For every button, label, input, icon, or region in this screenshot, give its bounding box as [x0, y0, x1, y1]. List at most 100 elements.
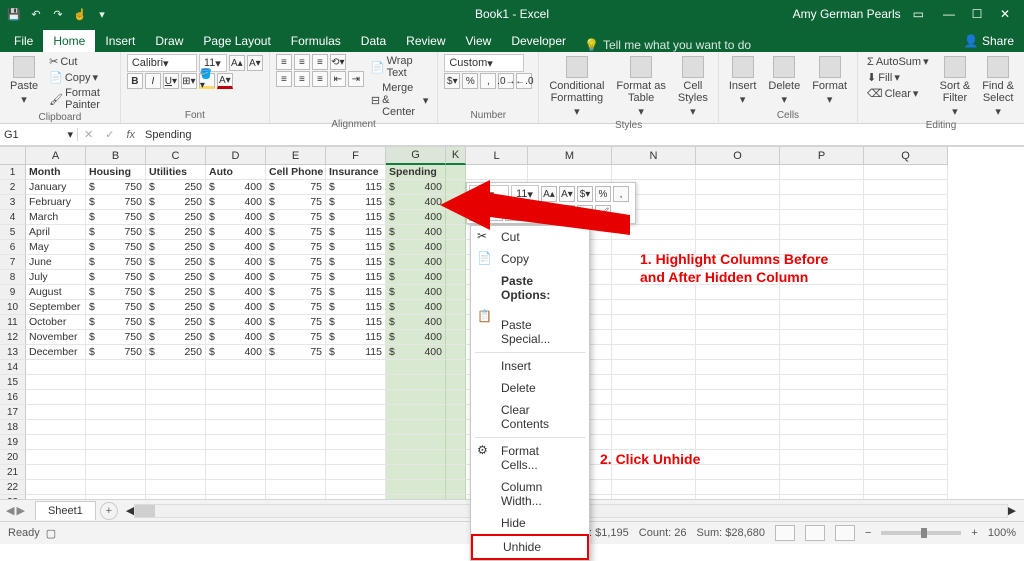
row-header[interactable]: 1: [0, 165, 26, 180]
cell[interactable]: [864, 255, 948, 270]
column-header-O[interactable]: O: [696, 147, 780, 165]
cell[interactable]: [612, 390, 696, 405]
cell[interactable]: [696, 180, 780, 195]
cell[interactable]: [146, 405, 206, 420]
cell[interactable]: [206, 420, 266, 435]
cell[interactable]: [146, 435, 206, 450]
cell[interactable]: [206, 450, 266, 465]
user-name[interactable]: Amy German Pearls: [793, 7, 901, 21]
cell[interactable]: $750: [86, 315, 146, 330]
align-right-icon[interactable]: ≡: [312, 71, 328, 87]
cell[interactable]: [864, 165, 948, 180]
cell[interactable]: [612, 345, 696, 360]
cell[interactable]: $400: [206, 240, 266, 255]
font-color-button[interactable]: A▾: [217, 73, 233, 89]
tell-me[interactable]: 💡 Tell me what you want to do: [584, 38, 751, 52]
cell[interactable]: [864, 225, 948, 240]
context-menu-item[interactable]: Delete: [471, 377, 589, 399]
cell[interactable]: [146, 495, 206, 499]
cell[interactable]: [780, 450, 864, 465]
mini-font-color-icon[interactable]: A▾: [541, 205, 557, 221]
mini-inc-decimal-icon[interactable]: .0→: [559, 205, 575, 221]
cell[interactable]: [864, 360, 948, 375]
clear-button[interactable]: ⌫ Clear ▾: [864, 86, 932, 101]
cell[interactable]: $400: [206, 300, 266, 315]
cell[interactable]: $750: [86, 345, 146, 360]
paste-button[interactable]: Paste▾: [6, 54, 42, 108]
column-header-L[interactable]: L: [466, 147, 528, 165]
cell[interactable]: [446, 240, 466, 255]
row-header[interactable]: 6: [0, 240, 26, 255]
row-header[interactable]: 20: [0, 450, 26, 465]
cell[interactable]: [446, 255, 466, 270]
cell[interactable]: [326, 390, 386, 405]
cell[interactable]: [864, 195, 948, 210]
cell[interactable]: $400: [206, 285, 266, 300]
context-menu-item[interactable]: Insert: [471, 355, 589, 377]
row-header[interactable]: 17: [0, 405, 26, 420]
cell[interactable]: $250: [146, 300, 206, 315]
cell[interactable]: $400: [386, 330, 446, 345]
conditional-formatting-button[interactable]: Conditional Formatting▾: [545, 54, 608, 120]
cell[interactable]: [864, 465, 948, 480]
border-button[interactable]: ⊞▾: [181, 73, 197, 89]
percent-icon[interactable]: %: [462, 73, 478, 89]
merge-center-button[interactable]: ⊟ Merge & Center ▾: [368, 81, 431, 119]
cell[interactable]: [206, 465, 266, 480]
cell[interactable]: [780, 480, 864, 495]
row-header[interactable]: 21: [0, 465, 26, 480]
cell[interactable]: [780, 330, 864, 345]
cell[interactable]: [26, 495, 86, 499]
decrease-indent-icon[interactable]: ⇤: [330, 71, 346, 87]
cell[interactable]: $115: [326, 300, 386, 315]
tab-draw[interactable]: Draw: [145, 30, 193, 52]
cell[interactable]: [696, 165, 780, 180]
cell[interactable]: [696, 300, 780, 315]
row-header[interactable]: 13: [0, 345, 26, 360]
cell[interactable]: [446, 210, 466, 225]
cell[interactable]: [612, 285, 696, 300]
cell[interactable]: $400: [206, 270, 266, 285]
mini-font-name[interactable]: ibri▾: [469, 185, 509, 203]
cell[interactable]: [864, 495, 948, 499]
cell[interactable]: [26, 390, 86, 405]
cell[interactable]: [696, 225, 780, 240]
row-header[interactable]: 19: [0, 435, 26, 450]
cell[interactable]: [780, 465, 864, 480]
cell[interactable]: [326, 465, 386, 480]
cell[interactable]: $75: [266, 255, 326, 270]
cell[interactable]: [864, 435, 948, 450]
cell[interactable]: [780, 210, 864, 225]
cell[interactable]: Spending: [386, 165, 446, 180]
cell[interactable]: [780, 345, 864, 360]
cell[interactable]: [86, 420, 146, 435]
cell[interactable]: [386, 420, 446, 435]
formula-input[interactable]: Spending: [141, 129, 1024, 141]
increase-indent-icon[interactable]: ⇥: [348, 71, 364, 87]
cell[interactable]: [780, 375, 864, 390]
qat-dropdown-icon[interactable]: ▾: [94, 6, 110, 22]
cell[interactable]: [26, 360, 86, 375]
cell[interactable]: [612, 225, 696, 240]
cell[interactable]: [146, 420, 206, 435]
cell[interactable]: $75: [266, 345, 326, 360]
cell[interactable]: Auto: [206, 165, 266, 180]
cell[interactable]: $115: [326, 330, 386, 345]
cell[interactable]: $75: [266, 330, 326, 345]
cell[interactable]: $750: [86, 285, 146, 300]
cell[interactable]: $75: [266, 315, 326, 330]
zoom-slider[interactable]: [881, 531, 961, 535]
cell[interactable]: $750: [86, 210, 146, 225]
cell[interactable]: [696, 195, 780, 210]
cell[interactable]: October: [26, 315, 86, 330]
cell[interactable]: [326, 375, 386, 390]
sheet-nav-next-icon[interactable]: ▶: [16, 504, 24, 517]
cell[interactable]: $115: [326, 195, 386, 210]
context-menu-item[interactable]: Clear Contents: [471, 399, 589, 435]
cell[interactable]: [86, 435, 146, 450]
cell[interactable]: [266, 480, 326, 495]
cell[interactable]: $400: [386, 270, 446, 285]
align-center-icon[interactable]: ≡: [294, 71, 310, 87]
cell[interactable]: [696, 450, 780, 465]
align-middle-icon[interactable]: ≡: [294, 54, 310, 70]
